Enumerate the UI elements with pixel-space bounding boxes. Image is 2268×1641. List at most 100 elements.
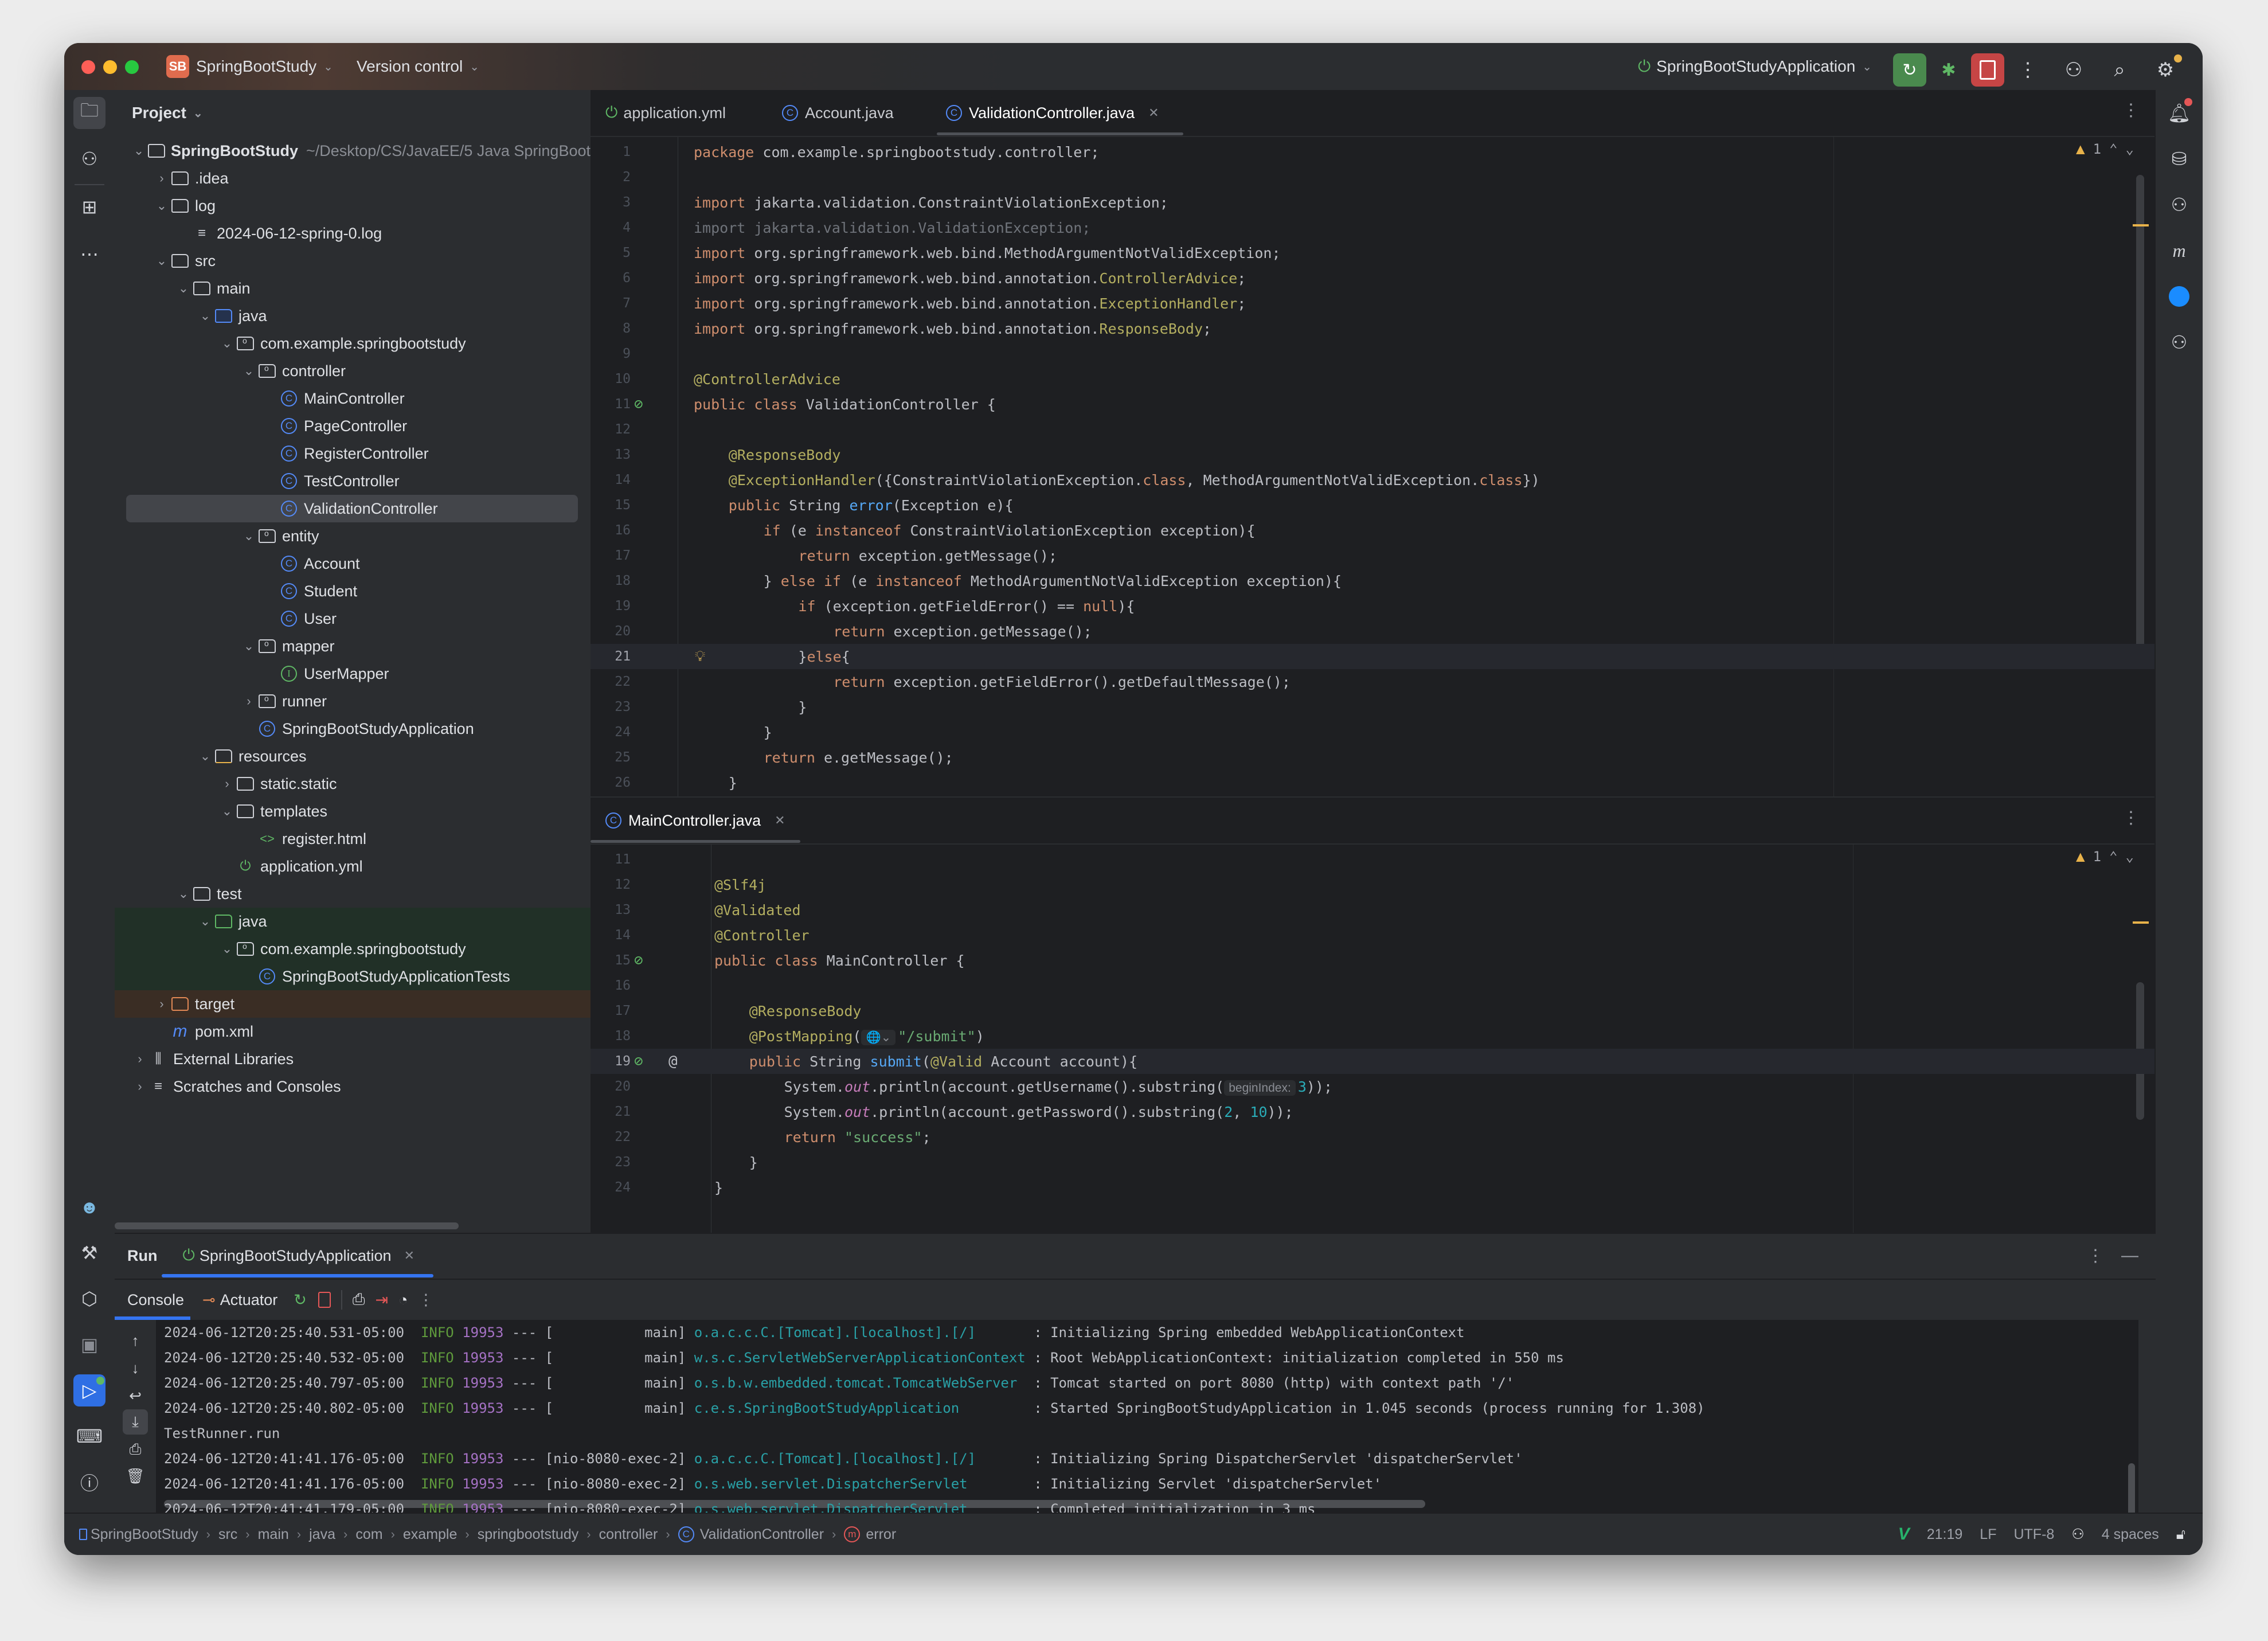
actuator-tab[interactable]: ⊸ Actuator (202, 1291, 277, 1309)
code-line[interactable]: 13 @ResponseBody (591, 442, 2157, 467)
services-button[interactable]: ⬡ (73, 1283, 105, 1315)
code-line[interactable]: 12 @Slf4j (591, 872, 2157, 897)
endpoint-icon[interactable]: ⊘ (634, 1053, 643, 1070)
terminal-button[interactable]: ⌨ (73, 1420, 105, 1452)
more-actions-button[interactable]: ⋮ (2011, 53, 2044, 87)
clear-console-button[interactable]: 🗑︎ (123, 1463, 148, 1488)
code-line[interactable]: 20 return exception.getMessage(); (591, 619, 2157, 644)
chevron-down-icon[interactable]: ⌄ (219, 804, 235, 819)
breadcrumb-item[interactable]: main (258, 1526, 289, 1543)
run-config-selector[interactable]: ⏻ SpringBootStudyApplication ⌄ (1638, 43, 1872, 90)
bracket-tool-button[interactable]: ▣ (73, 1329, 105, 1361)
chevron-down-icon[interactable]: ⌄ (175, 281, 191, 296)
soft-wrap-button[interactable]: ↩ (123, 1383, 148, 1408)
code-line[interactable]: 5 import org.springframework.web.bind.Met… (591, 240, 2157, 265)
chevron-down-icon[interactable]: ⌄ (219, 941, 235, 956)
indent-setting[interactable]: 4 spaces (2102, 1526, 2159, 1543)
minimize-window-button[interactable] (103, 60, 117, 74)
scroll-up-button[interactable]: ↑ (123, 1328, 148, 1353)
tree-item[interactable]: › static.static (115, 770, 591, 798)
bulb-icon[interactable]: 💡︎ (695, 648, 705, 666)
chevron-right-icon[interactable]: › (154, 997, 170, 1011)
chevron-down-icon[interactable]: ⌄ (197, 749, 213, 764)
tree-item[interactable]: ⌄ com.example.springbootstudy (115, 935, 591, 963)
code-line[interactable]: 17 return exception.getMessage(); (591, 543, 2157, 568)
code-line[interactable]: 14 @ExceptionHandler({ConstraintViolation… (591, 467, 2157, 493)
tab-account-java[interactable]: C Account.java (782, 90, 894, 136)
caret-position[interactable]: 21:19 (1927, 1526, 1963, 1543)
editor-tabs-more-button[interactable]: ⋮ (2122, 100, 2140, 120)
search-everywhere-button[interactable]: ⌕ (2103, 53, 2136, 87)
tree-item[interactable]: ⌄ java (115, 908, 591, 935)
ai-assistant-button[interactable]: ⚇ (73, 143, 105, 175)
chevron-down-icon[interactable]: ⌄ (241, 364, 257, 378)
chevron-down-icon[interactable]: ⌄ (197, 914, 213, 929)
tree-item[interactable]: ⌄ entity (115, 522, 591, 550)
tree-item[interactable]: ⌄ controller (115, 357, 591, 385)
tree-item[interactable]: C SpringBootStudyApplicationTests (115, 963, 591, 990)
database-button[interactable]: ⛁ (2163, 143, 2195, 175)
version-control-menu[interactable]: Version control ⌄ (357, 43, 479, 90)
rerun-button[interactable]: ↻ (1893, 53, 1926, 87)
code-line[interactable]: 23} (591, 694, 2157, 720)
code-line[interactable]: 7 import org.springframework.web.bind.ann… (591, 291, 2157, 316)
zoom-window-button[interactable] (125, 60, 139, 74)
code-line[interactable]: 21 💡︎}else{ (591, 644, 2157, 669)
scroll-to-end-button[interactable]: ⤓ (123, 1409, 148, 1435)
project-tool-button[interactable]: 🗀 (73, 97, 105, 129)
code-line[interactable]: 19 if (exception.getFieldError() == null)… (591, 593, 2157, 619)
copilot-status-icon[interactable]: ⚇ (2071, 1526, 2084, 1543)
chevron-right-icon[interactable]: › (132, 1079, 148, 1094)
code-line[interactable]: 1 package com.example.springbootstudy.con… (591, 139, 2157, 165)
project-horizontal-scrollbar[interactable] (115, 1222, 459, 1229)
build-button[interactable]: ⚒ (73, 1237, 105, 1269)
code-line[interactable]: 24} (591, 1175, 2157, 1200)
hide-panel-button[interactable]: — (2121, 1246, 2138, 1265)
scroll-down-button[interactable]: ↓ (123, 1355, 148, 1381)
tree-item[interactable]: ⌄ java (115, 302, 591, 330)
tree-item[interactable]: ⌄ com.example.springbootstudy (115, 330, 591, 357)
tab-validationcontroller-java[interactable]: C ValidationController.java ✕ (946, 90, 1159, 136)
close-tab-icon[interactable]: ✕ (775, 813, 785, 828)
endpoint-at-icon[interactable]: @ (668, 1053, 678, 1070)
tree-item[interactable]: C MainController (115, 385, 591, 412)
tree-item[interactable]: C TestController (115, 467, 591, 495)
chat-button[interactable] (2163, 280, 2195, 312)
tree-item[interactable]: <> register.html (115, 825, 591, 853)
more-icon[interactable]: ⋮ (418, 1291, 433, 1309)
chevron-down-icon[interactable]: ⌄ (154, 198, 170, 213)
run-config-tab[interactable]: ⏻ SpringBootStudyApplication ✕ (182, 1247, 415, 1265)
chevron-right-icon[interactable]: › (154, 171, 170, 186)
tree-item[interactable]: C SpringBootStudyApplication (115, 715, 591, 743)
tree-item[interactable]: ⌄ log (115, 192, 591, 220)
code-line[interactable]: 8 import org.springframework.web.bind.ann… (591, 316, 2157, 341)
run-panel-more-button[interactable]: ⋮ (2087, 1246, 2104, 1266)
chevron-right-icon[interactable]: › (132, 1052, 148, 1066)
chevron-down-icon[interactable]: ⌄ (241, 639, 257, 654)
tree-item[interactable]: › ⫼ External Libraries (115, 1045, 591, 1073)
tree-item[interactable]: › runner (115, 687, 591, 715)
readonly-lock-icon[interactable]: 🔓︎ (2176, 1526, 2185, 1543)
code-line[interactable]: 16 if (e instanceof ConstraintViolationEx… (591, 518, 2157, 543)
vim-icon[interactable]: V (1898, 1525, 1910, 1544)
maven-button[interactable]: m (2163, 235, 2195, 267)
code-line[interactable]: 3 import jakarta.validation.ConstraintVio… (591, 190, 2157, 215)
copilot-button[interactable]: ⚇ (2163, 189, 2195, 221)
code-line[interactable]: 23} (591, 1150, 2157, 1175)
tree-item[interactable]: ⌄ main (115, 275, 591, 302)
copilot-chat-button[interactable]: ⚇ (2163, 326, 2195, 358)
breadcrumb-item[interactable]: src (218, 1526, 237, 1543)
breadcrumb-item[interactable]: SpringBootStudy (79, 1526, 198, 1543)
line-separator[interactable]: LF (1980, 1526, 1996, 1543)
chevron-down-icon[interactable]: ⌄ (175, 886, 191, 901)
chevron-right-icon[interactable]: › (241, 694, 257, 709)
code-line[interactable]: 22 return "success"; (591, 1124, 2157, 1150)
tree-item[interactable]: m pom.xml (115, 1018, 591, 1045)
code-line[interactable]: 14 @Controller (591, 923, 2157, 948)
chevron-right-icon[interactable]: › (219, 776, 235, 791)
debug-button[interactable]: ✱ (1932, 53, 1965, 87)
code-line[interactable]: 11 ⊘ public class ValidationController { (591, 392, 2157, 417)
profiler-icon[interactable]: ◔ (398, 1291, 408, 1309)
console-output[interactable]: 2024-06-12T20:25:40.531-05:00 INFO 19953… (156, 1320, 2138, 1544)
stop-button[interactable] (1971, 53, 2004, 87)
